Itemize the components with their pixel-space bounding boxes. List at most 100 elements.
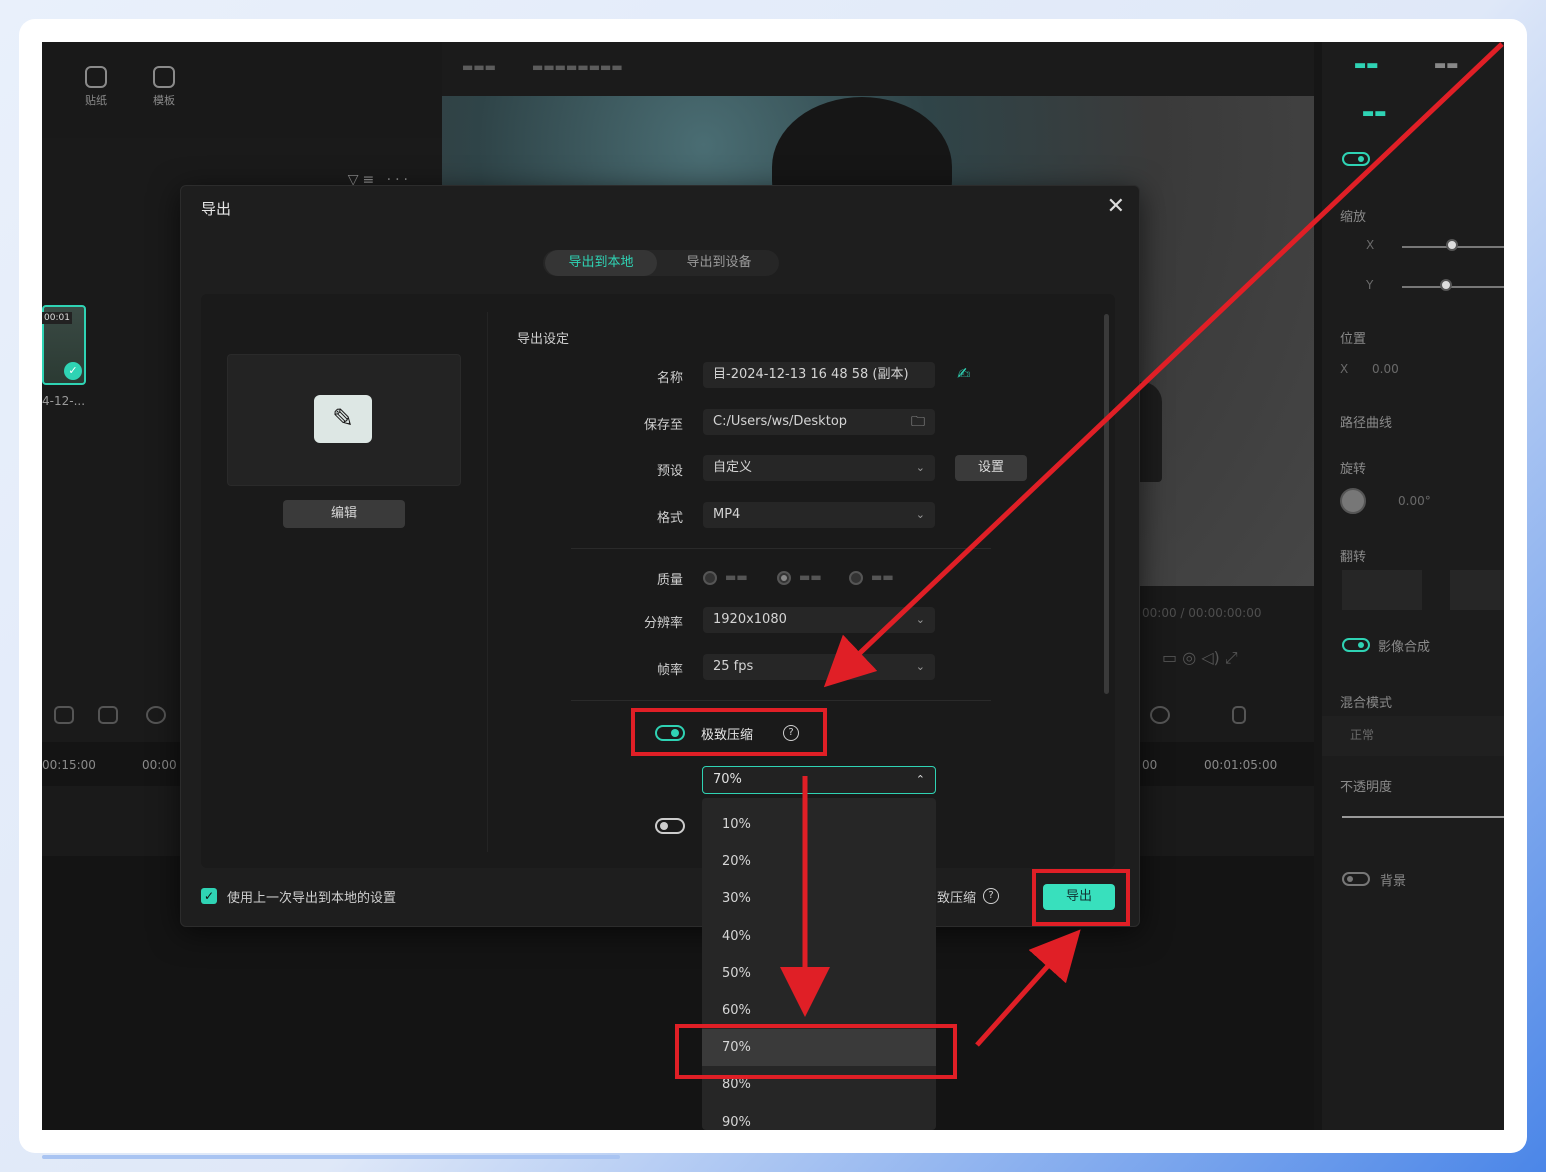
timeline-tool-icon[interactable]: [98, 706, 118, 724]
scale-y-knob[interactable]: [1440, 279, 1452, 291]
thumb-label: 4-12-...: [42, 394, 86, 408]
help-icon[interactable]: ?: [983, 888, 999, 904]
position-x-label: X: [1340, 362, 1349, 376]
name-field[interactable]: 目-2024-12-13 16 48 58 (副本): [703, 362, 935, 388]
quality-label: 质量: [656, 573, 683, 588]
sticker-tool[interactable]: 贴纸: [76, 66, 116, 108]
use-last-settings-checkbox[interactable]: ✓: [201, 888, 217, 904]
inspector-label-rotation: 旋转: [1340, 462, 1367, 477]
scale-y-track[interactable]: [1402, 286, 1504, 288]
folder-icon[interactable]: 🗀: [911, 409, 925, 435]
inspector-label-position: 位置: [1340, 332, 1367, 347]
rotation-dial[interactable]: [1340, 488, 1366, 514]
highlight-export-button: [1032, 869, 1130, 926]
check-icon: ✓: [64, 362, 82, 380]
tab-export-local[interactable]: 导出到本地: [545, 250, 657, 276]
axis-y-label: Y: [1366, 278, 1374, 292]
compress-hint-label: 致压缩: [937, 891, 977, 906]
inspector-tab-other[interactable]: ▬▬: [1434, 58, 1459, 73]
export-target-tabs: 导出到本地 导出到设备: [543, 250, 779, 276]
option-10[interactable]: 10%: [702, 806, 936, 843]
timeline-tool-icon[interactable]: [1150, 706, 1170, 724]
inspector-panel: ▬▬ ▬▬ ▬▬ 缩放 X Y 位置 X 0.00 路径曲线 旋转 0.00° …: [1322, 42, 1504, 1130]
name-label: 名称: [656, 371, 683, 386]
inspector-tab-video[interactable]: ▬▬: [1354, 58, 1379, 73]
ruler-time: 00:15:00: [42, 758, 96, 772]
scroll-indicator: [42, 1155, 620, 1159]
template-tool[interactable]: 模板: [144, 66, 184, 108]
composite-toggle[interactable]: [1342, 638, 1370, 652]
flip-v-button[interactable]: [1450, 570, 1504, 610]
option-50[interactable]: 50%: [702, 955, 936, 992]
tab-export-device[interactable]: 导出到设备: [663, 250, 775, 276]
option-20[interactable]: 20%: [702, 843, 936, 880]
export-dialog: 导出 ✕ 导出到本地 导出到设备 ✎ 编辑 导出设定 名称 目-2024-12-…: [180, 185, 1140, 927]
rotation-value[interactable]: 0.00°: [1398, 494, 1431, 508]
quality-radio-low[interactable]: [703, 571, 717, 585]
template-icon: [153, 66, 175, 88]
resolution-select[interactable]: 1920x1080 ⌄: [703, 607, 935, 633]
cover-preview: ✎: [227, 354, 461, 486]
player-dropdown-blurred[interactable]: ▬▬▬▬▬▬▬▬: [532, 60, 623, 74]
background-toggle[interactable]: [1342, 872, 1370, 886]
sticker-icon: [85, 66, 107, 88]
timeline-tool-icon[interactable]: [1232, 706, 1246, 724]
position-x-value[interactable]: 0.00: [1372, 362, 1399, 376]
resolution-value: 1920x1080: [713, 612, 787, 627]
format-value: MP4: [713, 507, 741, 522]
player-label-blurred: ▬▬▬: [462, 60, 497, 74]
quality-radio-high-label: ▬▬: [871, 570, 894, 584]
divider: [571, 548, 991, 549]
inspector-label-flip: 翻转: [1340, 550, 1367, 565]
saveto-label: 保存至: [643, 418, 683, 433]
dialog-body: ✎ 编辑 导出设定 名称 目-2024-12-13 16 48 58 (副本) …: [201, 294, 1115, 868]
preview-header: ▬▬▬ ▬▬▬▬▬▬▬▬: [442, 42, 1314, 96]
close-icon[interactable]: ✕: [1107, 194, 1125, 219]
opacity-slider[interactable]: [1342, 816, 1504, 818]
ai-rename-icon[interactable]: ✍: [957, 364, 970, 383]
divider: [571, 700, 991, 701]
timeline-tool-icon[interactable]: [146, 706, 166, 724]
scale-toggle[interactable]: [1342, 152, 1370, 166]
format-select[interactable]: MP4 ⌄: [703, 502, 935, 528]
scale-x-knob[interactable]: [1446, 239, 1458, 251]
template-label: 模板: [153, 94, 175, 107]
inspector-label-path: 路径曲线: [1340, 416, 1393, 431]
quality-radio-high[interactable]: [849, 571, 863, 585]
settings-scrollbar[interactable]: [1104, 314, 1109, 694]
quality-radio-recommended[interactable]: [777, 571, 791, 585]
framerate-select[interactable]: 25 fps ⌄: [703, 654, 935, 680]
compress-level-select[interactable]: 70% ⌃: [702, 766, 936, 794]
resolution-label: 分辨率: [643, 616, 683, 631]
framerate-label: 帧率: [656, 663, 683, 678]
thumb-duration: 00:01: [42, 312, 72, 324]
compress-level-value: 70%: [713, 772, 742, 787]
edit-cover-button[interactable]: 编辑: [283, 500, 405, 528]
inspector-label-scale: 缩放: [1340, 210, 1367, 225]
use-last-settings-label: 使用上一次导出到本地的设置: [227, 891, 397, 906]
inspector-label-background: 背景: [1380, 874, 1407, 889]
option-40[interactable]: 40%: [702, 918, 936, 955]
panel-divider: [487, 312, 488, 852]
quality-radio-low-label: ▬▬: [725, 570, 748, 584]
preset-select[interactable]: 自定义 ⌄: [703, 455, 935, 481]
format-label: 格式: [656, 511, 683, 526]
timeline-tool-icon[interactable]: [54, 706, 74, 724]
secondary-toggle[interactable]: [655, 818, 685, 834]
blend-mode-value: 正常: [1350, 728, 1375, 742]
inspector-subtab-basic[interactable]: ▬▬: [1362, 106, 1387, 121]
saveto-value: C:/Users/ws/Desktop: [713, 414, 848, 429]
ruler-time: 00: [1142, 758, 1158, 772]
inspector-label-blend: 混合模式: [1340, 696, 1393, 711]
player-icons[interactable]: ▭ ◎ ◁) ⤢: [1162, 648, 1238, 668]
ruler-time: 00:01:05:00: [1204, 758, 1278, 772]
chevron-down-icon: ⌄: [915, 508, 925, 521]
option-90[interactable]: 90%: [702, 1104, 936, 1130]
flip-h-button[interactable]: [1342, 570, 1422, 610]
chevron-up-icon: ⌃: [915, 773, 925, 786]
compress-level-list: 10% 20% 30% 40% 50% 60% 70% 80% 90%: [702, 798, 936, 1130]
saveto-field[interactable]: C:/Users/ws/Desktop 🗀: [703, 409, 935, 435]
preset-settings-button[interactable]: 设置: [955, 455, 1027, 481]
axis-x-label: X: [1366, 238, 1375, 252]
option-30[interactable]: 30%: [702, 880, 936, 917]
